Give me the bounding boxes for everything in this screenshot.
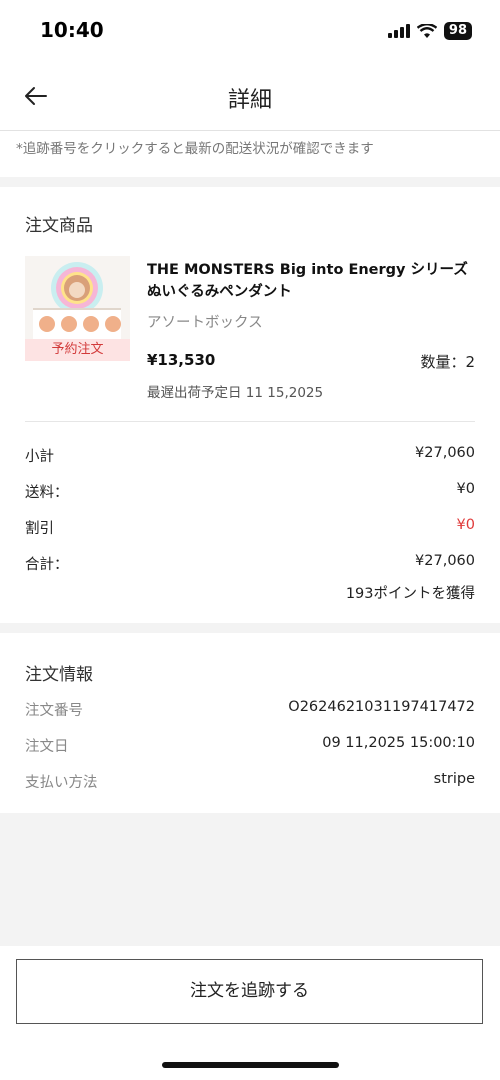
battery-indicator: 98 <box>443 22 472 40</box>
discount-value: ¥0 <box>456 517 475 533</box>
subtotal-label: 小計 <box>25 449 54 465</box>
payment-method-row: 支払い方法 stripe <box>25 771 475 795</box>
tracking-notice: *追跡番号をクリックすると最新の配送状況が確認できます <box>0 131 500 177</box>
subtotal-value: ¥27,060 <box>415 445 475 461</box>
payment-method-value: stripe <box>433 771 475 787</box>
cellular-signal-icon <box>387 24 410 38</box>
payment-method-label: 支払い方法 <box>25 775 98 791</box>
order-date-value: 09 11,2025 15:00:10 <box>322 735 475 751</box>
subtotal-row: 小計 ¥27,060 <box>25 445 475 469</box>
preorder-badge: 予約注文 <box>25 339 130 361</box>
section-title-products: 注文商品 <box>25 216 93 236</box>
total-row: 合計： ¥27,060 <box>25 553 475 577</box>
shipping-label: 送料： <box>25 485 69 501</box>
section-title-order-info: 注文情報 <box>25 665 93 685</box>
track-order-button[interactable]: 注文を追跡する <box>16 959 483 1024</box>
product-variant: アソートボックス <box>147 315 263 331</box>
shipping-row: 送料： ¥0 <box>25 481 475 505</box>
product-price: ¥13,530 <box>147 351 216 369</box>
divider <box>25 421 475 422</box>
product-thumbnail[interactable]: 予約注文 <box>25 256 130 361</box>
ordered-products-section: 注文商品 予約注文 THE MONSTERS Big into Energy シ… <box>0 187 500 623</box>
order-number-row: 注文番号 O2624621031197417472 <box>25 699 475 723</box>
footer: 注文を追跡する <box>0 946 500 1080</box>
status-bar: 10:40 98 <box>0 0 500 62</box>
shipping-value: ¥0 <box>456 481 475 497</box>
wifi-icon <box>416 23 437 38</box>
status-time: 10:40 <box>40 18 104 42</box>
tracking-notice-text: *追跡番号をクリックすると最新の配送状況が確認できます <box>16 141 374 157</box>
order-date-row: 注文日 09 11,2025 15:00:10 <box>25 735 475 759</box>
discount-label: 割引 <box>25 521 54 537</box>
home-indicator[interactable] <box>162 1062 339 1068</box>
total-label: 合計： <box>25 557 69 573</box>
status-icons: 98 <box>387 22 472 40</box>
latest-ship-date: 最遅出荷予定日 11 15,2025 <box>147 385 324 401</box>
page-title: 詳細 <box>227 88 272 113</box>
order-info-section: 注文情報 注文番号 O2624621031197417472 注文日 09 11… <box>0 633 500 813</box>
total-value: ¥27,060 <box>415 553 475 569</box>
points-earned: 193ポイントを獲得 <box>345 586 475 602</box>
order-number-label: 注文番号 <box>25 703 83 719</box>
order-number-value: O2624621031197417472 <box>288 699 475 715</box>
product-name[interactable]: THE MONSTERS Big into Energy シリーズ ぬいぐるみペ… <box>147 259 482 303</box>
header: 詳細 <box>0 62 500 131</box>
product-quantity: 数量：2 <box>420 353 475 371</box>
order-date-label: 注文日 <box>25 739 69 755</box>
discount-row: 割引 ¥0 <box>25 517 475 541</box>
